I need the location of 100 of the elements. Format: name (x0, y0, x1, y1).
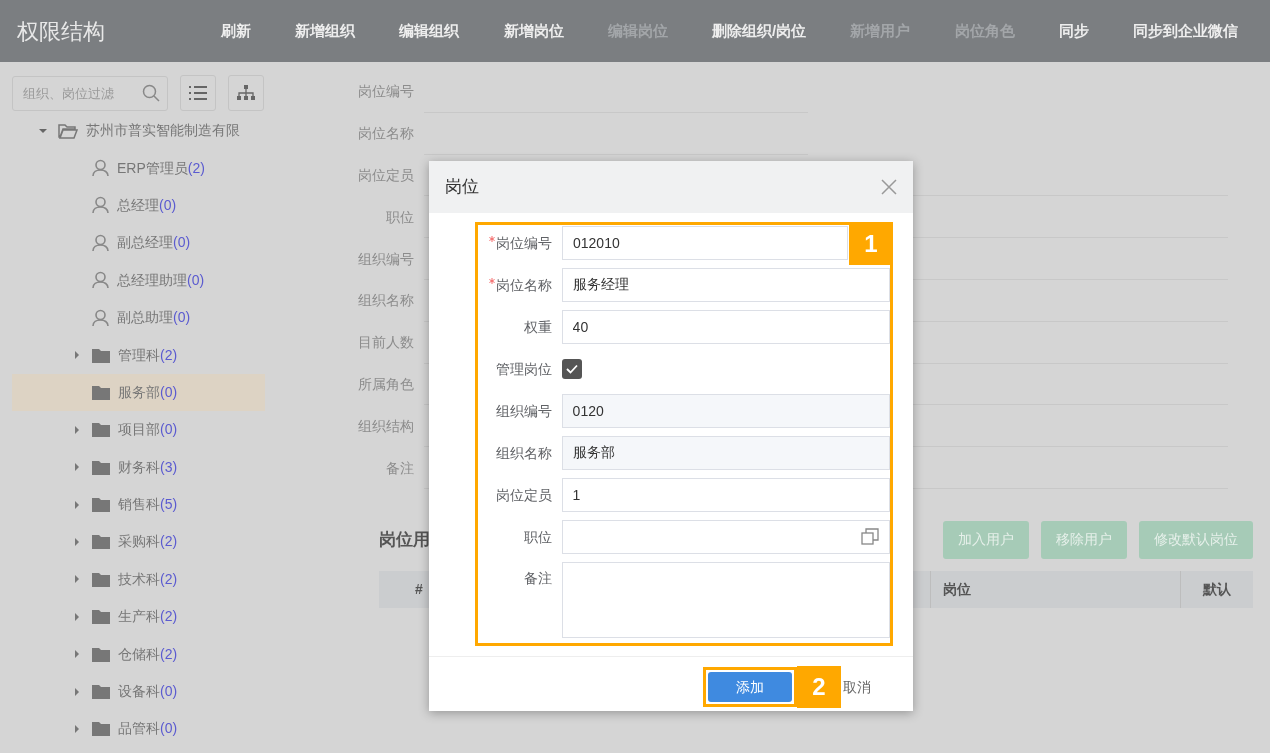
field-label: 组织结构 (357, 416, 414, 436)
tree-item[interactable]: 副总经理(0) (12, 224, 265, 262)
field-label: 岗位名称 (495, 275, 552, 295)
tree-item-label: 项目部(0) (118, 420, 178, 440)
tree-item[interactable]: 技术科(2) (12, 560, 265, 599)
caret-right-icon[interactable] (72, 649, 82, 660)
tree-item[interactable]: 品管科(0) (12, 710, 265, 748)
field-label: 岗位名称 (357, 124, 414, 144)
input-field[interactable]: 服务经理 (561, 268, 890, 302)
toolbar-button[interactable]: 新增组织 (295, 19, 356, 43)
field-label: 目前人数 (357, 333, 414, 353)
tree-view-button[interactable] (228, 75, 264, 111)
cancel-link[interactable]: 取消 (843, 676, 871, 698)
column-header: 岗位 (930, 570, 1180, 608)
toolbar-button[interactable]: 新增岗位 (503, 19, 564, 43)
tree-item-label: 采购科(2) (118, 532, 178, 552)
caret-right-icon[interactable] (72, 499, 82, 510)
tree-item[interactable]: 项目部(0) (12, 411, 265, 449)
tree-item-label: 副总经理(0) (117, 233, 191, 253)
field-label: 组织名称 (495, 443, 552, 463)
user-icon (92, 196, 109, 215)
field-label: 组织名称 (357, 291, 414, 311)
input-field[interactable]: 服务部 (561, 436, 890, 470)
caret-right-icon[interactable] (72, 723, 82, 734)
folder-icon (92, 534, 110, 550)
list-view-button[interactable] (180, 75, 216, 111)
user-icon (92, 271, 109, 290)
tree-item[interactable]: 服务部(0) (12, 373, 265, 412)
list-icon (189, 86, 207, 100)
search-icon[interactable] (142, 83, 160, 102)
tree-item[interactable]: 生产科(2) (12, 598, 265, 636)
folder-icon (92, 347, 110, 363)
field-label: 职位 (385, 207, 414, 227)
add-button[interactable]: 添加 (708, 672, 792, 702)
section-title: 岗位用 (379, 529, 430, 552)
folder-icon (92, 497, 110, 513)
field-label: 岗位编号 (357, 82, 414, 102)
input-field[interactable]: 012010 (562, 226, 848, 260)
field-label: 管理岗位 (496, 359, 552, 379)
tree-item-label: 总经理(0) (117, 195, 177, 215)
folder-icon (92, 609, 110, 625)
open-folder-icon (58, 122, 78, 139)
toolbar-button[interactable]: 同步 (1058, 19, 1089, 43)
tree-item-label: 苏州市普实智能制造有限 (86, 121, 240, 141)
picker-field[interactable] (561, 520, 890, 554)
tree-item[interactable]: 销售科(5) (12, 485, 265, 524)
tree-item-label: 副总助理(0) (117, 308, 191, 328)
tree-item[interactable]: 副总助理(0) (12, 298, 265, 337)
user-icon (92, 233, 109, 252)
input-field[interactable]: 40 (561, 310, 890, 344)
tree-item[interactable]: 管理科(2) (12, 336, 265, 374)
tree-item-label: 生产科(2) (118, 607, 178, 627)
checkbox[interactable] (562, 359, 582, 379)
tree-item-label: 服务部(0) (118, 382, 178, 402)
tree-item-label: ERP管理员(2) (117, 158, 205, 178)
field-label: 岗位定员 (495, 485, 552, 505)
toolbar-button[interactable]: 刷新 (221, 19, 251, 43)
search-field[interactable]: 组织、岗位过滤 (12, 75, 168, 111)
folder-icon (92, 571, 110, 587)
tree-item[interactable]: 总经理(0) (12, 186, 265, 225)
caret-right-icon[interactable] (72, 350, 82, 361)
tree-item-label: 仓储科(2) (118, 644, 178, 664)
field-label: 备注 (523, 569, 552, 588)
tree-item[interactable]: 总经理助理(0) (12, 261, 265, 299)
toolbar-button[interactable]: 删除组织/岗位 (712, 19, 807, 43)
tree-item-label: 品管科(0) (118, 719, 178, 739)
user-icon (92, 308, 109, 327)
column-header: 默认 (1180, 570, 1253, 608)
caret-right-icon[interactable] (72, 462, 82, 473)
page-title: 权限结构 (17, 17, 106, 46)
tree-item[interactable]: ERP管理员(2) (12, 149, 265, 187)
tree-item-label: 总经理助理(0) (117, 270, 205, 290)
tree-item[interactable]: 设备科(0) (12, 672, 265, 711)
tree-item[interactable]: 仓储科(2) (12, 635, 265, 673)
caret-right-icon[interactable] (72, 537, 82, 547)
user-icon (92, 159, 109, 178)
textarea-field[interactable] (561, 562, 890, 638)
step-callout: 1 (849, 222, 893, 265)
dialog-title: 岗位 (445, 176, 479, 199)
close-icon[interactable] (881, 179, 897, 195)
field-label: 所属角色 (357, 374, 414, 394)
caret-right-icon[interactable] (72, 611, 82, 622)
toolbar-button[interactable]: 同步到企业微信 (1133, 19, 1238, 43)
tree-item[interactable]: 苏州市普实智能制造有限 (12, 112, 265, 150)
input-field[interactable]: 1 (561, 478, 890, 512)
caret-right-icon[interactable] (72, 424, 82, 435)
caret-right-icon[interactable] (72, 686, 82, 697)
hierarchy-icon (237, 85, 255, 101)
input-field[interactable]: 0120 (561, 394, 890, 428)
field-label: 职位 (523, 527, 552, 547)
tree-item-label: 管理科(2) (118, 345, 178, 365)
check-icon (566, 364, 578, 374)
folder-icon (92, 646, 110, 662)
toolbar-button[interactable]: 编辑组织 (399, 19, 460, 43)
tree-item[interactable]: 采购科(2) (12, 523, 265, 561)
caret-right-icon[interactable] (72, 574, 82, 585)
tree-item[interactable]: 财务科(3) (12, 448, 265, 486)
tree-item-label: 技术科(2) (118, 569, 178, 589)
copy-icon[interactable] (861, 528, 879, 546)
folder-icon (92, 684, 110, 700)
